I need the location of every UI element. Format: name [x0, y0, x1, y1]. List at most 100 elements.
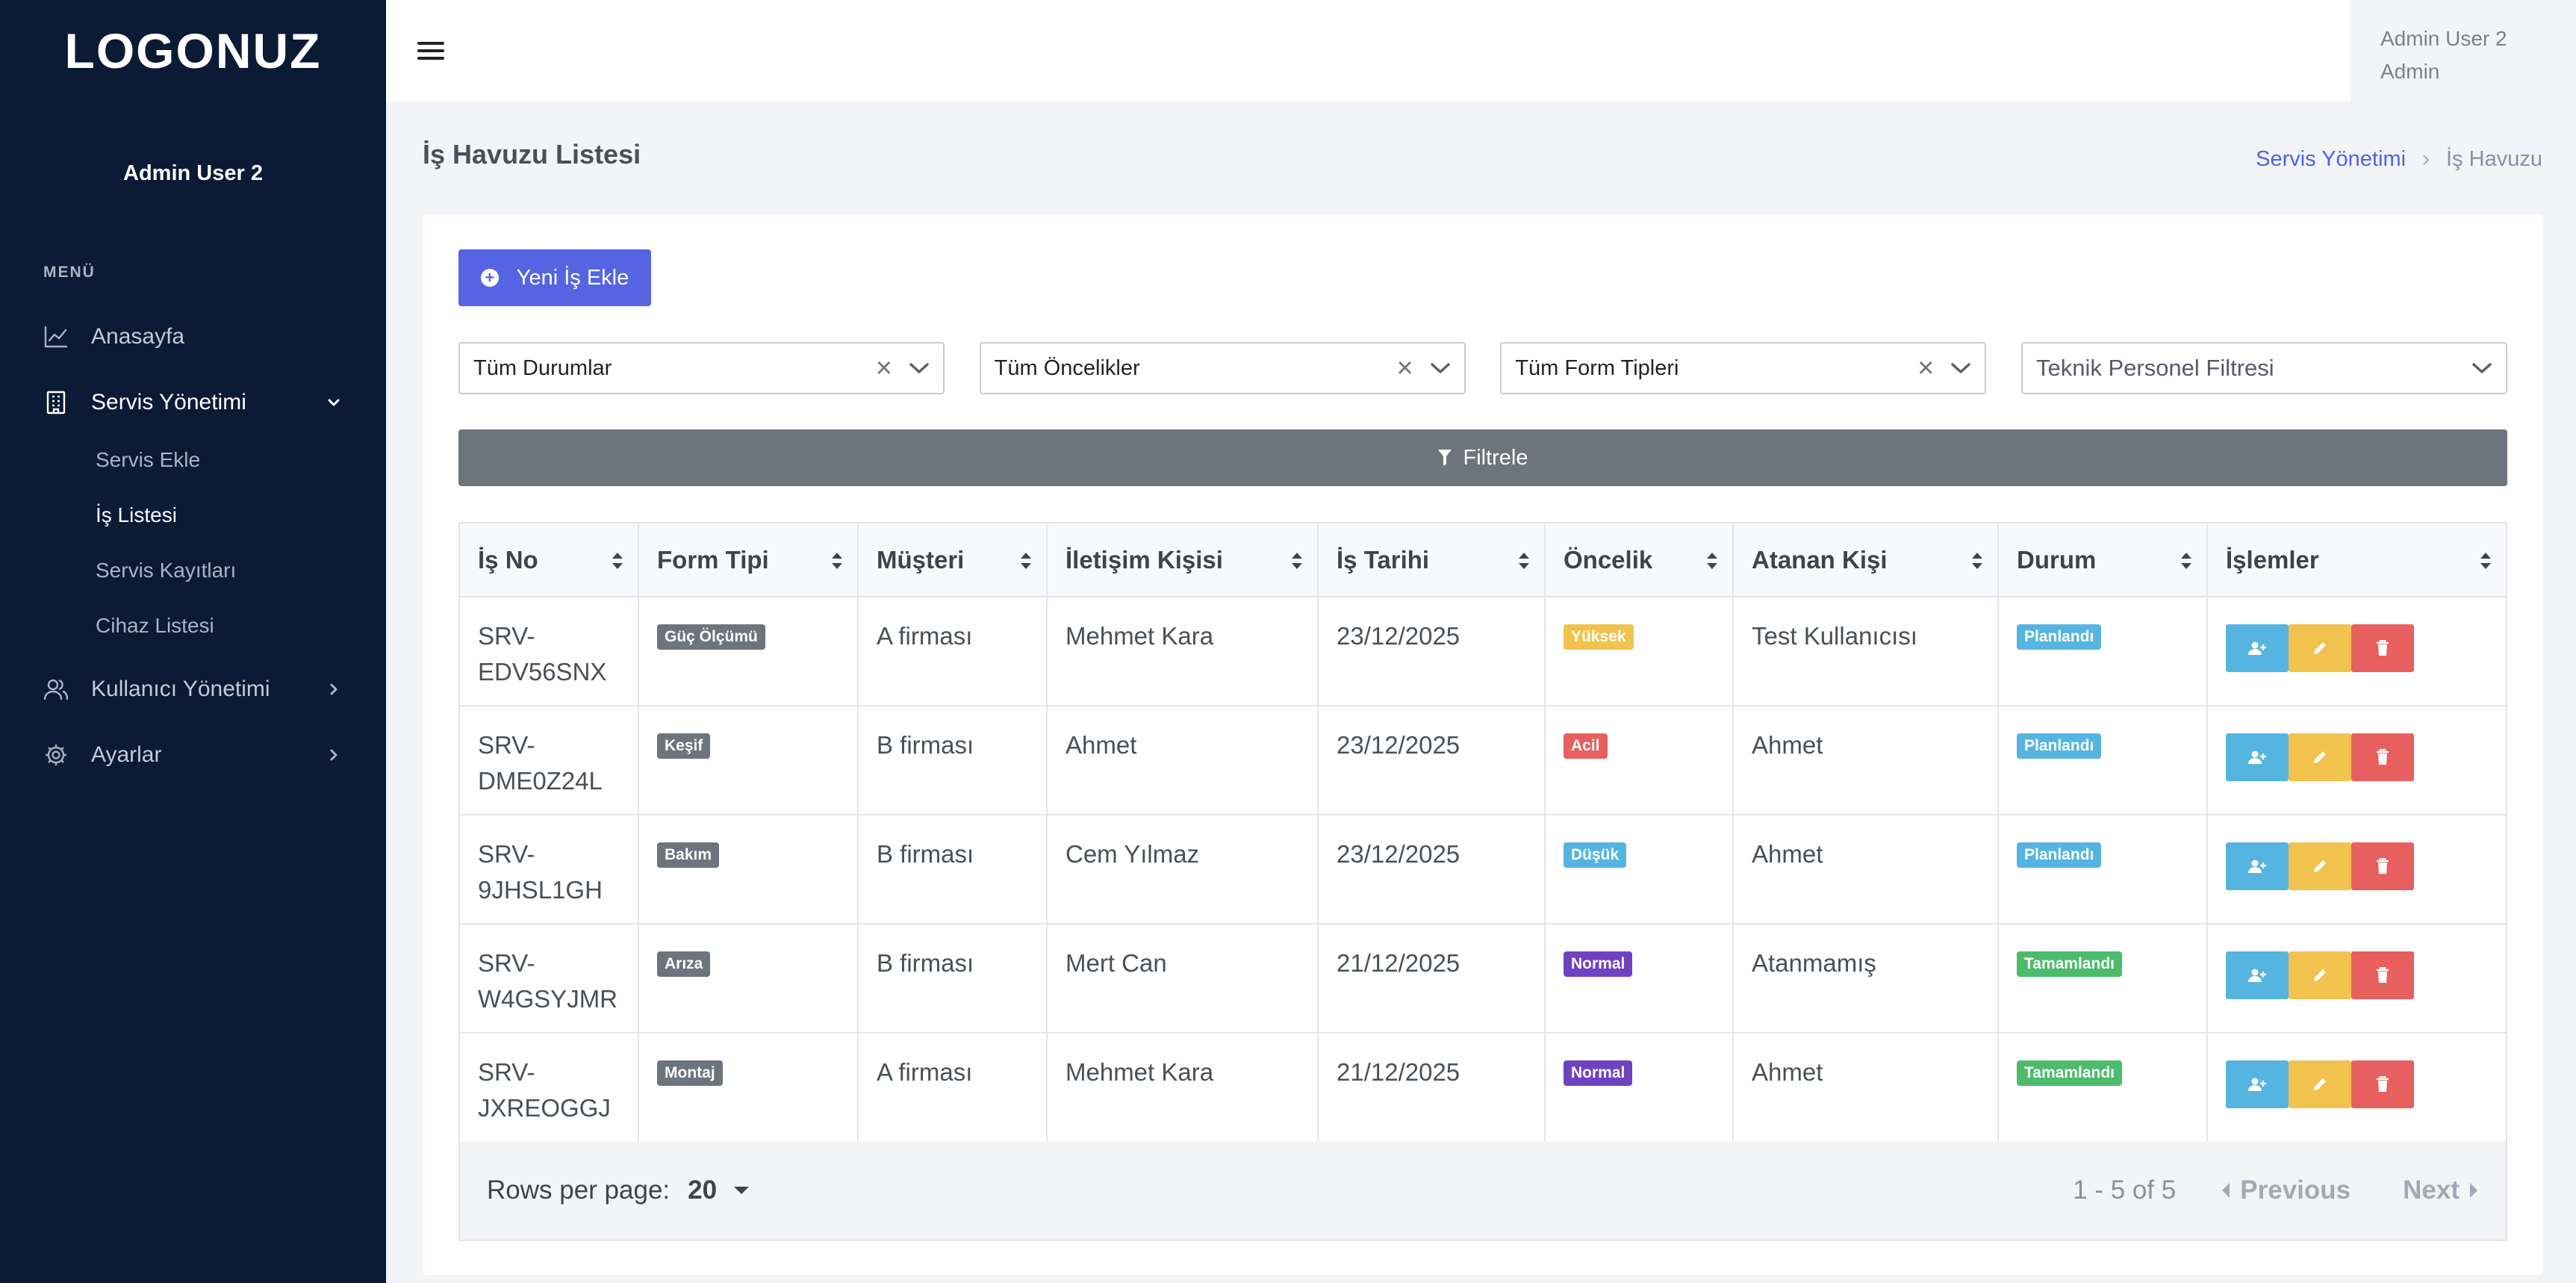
- submenu-item-cihaz-listesi[interactable]: Cihaz Listesi: [0, 598, 386, 653]
- delete-button[interactable]: [2351, 1060, 2414, 1108]
- column-header-musteri[interactable]: Müşteri: [858, 524, 1048, 597]
- assign-user-button[interactable]: [2226, 733, 2289, 781]
- column-header-label: İş No: [478, 545, 538, 574]
- hamburger-menu-icon[interactable]: [417, 39, 444, 63]
- priority-cell: Yüksek: [1545, 597, 1734, 706]
- actions-cell: [2207, 815, 2506, 925]
- sort-icon: [1292, 553, 1302, 569]
- priority-cell: Normal: [1545, 924, 1734, 1034]
- edit-button[interactable]: [2289, 624, 2351, 672]
- column-header-atanan-kisi[interactable]: Atanan Kişi: [1733, 524, 1999, 597]
- delete-button[interactable]: [2351, 842, 2414, 890]
- date-cell: 23/12/2025: [1318, 815, 1546, 925]
- sidebar-item-anasayfa[interactable]: Anasayfa: [0, 304, 386, 370]
- add-job-button[interactable]: + Yeni İş Ekle: [458, 249, 651, 306]
- form-type-cell: Bakım: [638, 815, 859, 925]
- row-actions: [2226, 1060, 2488, 1108]
- users-icon: [43, 677, 69, 702]
- chart-line-icon: [43, 324, 69, 350]
- sidebar-item-kullanici-yonetimi[interactable]: Kullanıcı Yönetimi: [0, 656, 386, 722]
- column-header-form-tipi[interactable]: Form Tipi: [638, 524, 859, 597]
- previous-page-button[interactable]: Previous: [2221, 1175, 2351, 1205]
- pencil-icon: [2314, 860, 2326, 872]
- edit-button[interactable]: [2289, 842, 2351, 890]
- plus-circle-icon: +: [480, 269, 499, 287]
- submenu-item-is-listesi[interactable]: İş Listesi: [0, 488, 386, 543]
- pencil-icon: [2314, 642, 2326, 654]
- job-number-cell: SRV-EDV56SNX: [460, 597, 639, 706]
- caret-left-icon: [2222, 1183, 2230, 1198]
- status-filter-select[interactable]: Tüm Durumlar ×: [458, 342, 945, 394]
- column-header-is-tarihi[interactable]: İş Tarihi: [1318, 524, 1546, 597]
- priority-cell: Normal: [1545, 1033, 1734, 1143]
- table-row: SRV-9JHSL1GH Bakım B firması Cem Yılmaz 23/1…: [460, 815, 2506, 925]
- sidebar-item-label: Kullanıcı Yönetimi: [91, 677, 270, 701]
- filter-button[interactable]: Filtrele: [458, 429, 2507, 486]
- submenu-servis-yonetimi: Servis Ekle İş Listesi Servis Kayıtları …: [0, 432, 386, 653]
- chevron-down-icon: [325, 394, 343, 411]
- pagination: Rows per page: 20 1 - 5 of 5 Previous Ne…: [460, 1141, 2506, 1240]
- table-row: SRV-W4GSYJMR Arıza B firması Mert Can 21/12/…: [460, 924, 2506, 1034]
- date-cell: 21/12/2025: [1318, 1033, 1546, 1143]
- sidebar-item-label: Ayarlar: [91, 742, 162, 767]
- form-type-filter-select[interactable]: Tüm Form Tipleri ×: [1500, 342, 1987, 394]
- clear-icon[interactable]: ×: [1396, 354, 1413, 382]
- chevron-down-icon: [1946, 357, 1976, 379]
- add-job-label: Yeni İş Ekle: [516, 265, 629, 290]
- status-cell: Planlandı: [1998, 815, 2208, 925]
- assignee-cell: Ahmet: [1733, 815, 1999, 925]
- delete-button[interactable]: [2351, 951, 2414, 999]
- date-cell: 23/12/2025: [1318, 597, 1546, 706]
- user-menu[interactable]: Admin User 2 Admin: [2351, 0, 2576, 102]
- column-header-durum[interactable]: Durum: [1998, 524, 2208, 597]
- technician-filter-select[interactable]: Teknik Personel Filtresi: [2020, 342, 2507, 394]
- form-type-badge: Keşif: [657, 733, 711, 759]
- assign-user-button[interactable]: [2226, 842, 2289, 890]
- breadcrumb: Servis Yönetimi › İş Havuzu: [2256, 146, 2542, 172]
- contact-cell: Ahmet: [1047, 706, 1319, 816]
- column-header-label: İletişim Kişisi: [1065, 545, 1223, 574]
- status-badge: Planlandı: [2017, 733, 2102, 759]
- edit-button[interactable]: [2289, 733, 2351, 781]
- clear-icon[interactable]: ×: [876, 354, 892, 382]
- next-page-button[interactable]: Next: [2403, 1175, 2479, 1205]
- column-header-label: İş Tarihi: [1337, 545, 1430, 574]
- chevron-right-icon: [325, 680, 343, 698]
- sidebar-item-label: Anasayfa: [91, 324, 185, 349]
- priority-filter-select[interactable]: Tüm Öncelikler ×: [979, 342, 1466, 394]
- submenu-item-servis-kayitlari[interactable]: Servis Kayıtları: [0, 543, 386, 598]
- logo[interactable]: LOGONUZ: [0, 0, 386, 102]
- clear-icon[interactable]: ×: [1917, 354, 1934, 382]
- date-cell: 23/12/2025: [1318, 706, 1546, 816]
- edit-button[interactable]: [2289, 951, 2351, 999]
- form-type-badge: Bakım: [657, 842, 720, 868]
- sidebar-item-servis-yonetimi[interactable]: Servis Yönetimi: [0, 370, 386, 435]
- chevron-down-icon: [1425, 357, 1455, 379]
- column-header-iletisim-kisisi[interactable]: İletişim Kişisi: [1047, 524, 1319, 597]
- actions-cell: [2207, 706, 2506, 816]
- column-header-islemler[interactable]: İşlemler: [2207, 524, 2506, 597]
- breadcrumb-link-servis-yonetimi[interactable]: Servis Yönetimi: [2256, 147, 2406, 172]
- gear-icon: [43, 742, 69, 768]
- sort-icon: [2480, 553, 2491, 569]
- column-header-label: Durum: [2017, 545, 2097, 574]
- column-header-oncelik[interactable]: Öncelik: [1545, 524, 1734, 597]
- trash-icon: [2377, 967, 2389, 983]
- column-header-is-no[interactable]: İş No: [460, 524, 639, 597]
- delete-button[interactable]: [2351, 733, 2414, 781]
- edit-button[interactable]: [2289, 1060, 2351, 1108]
- sidebar-item-ayarlar[interactable]: Ayarlar: [0, 722, 386, 788]
- assign-user-button[interactable]: [2226, 1060, 2289, 1108]
- submenu-item-servis-ekle[interactable]: Servis Ekle: [0, 432, 386, 488]
- delete-button[interactable]: [2351, 624, 2414, 672]
- date-cell: 21/12/2025: [1318, 924, 1546, 1034]
- assign-user-button[interactable]: [2226, 951, 2289, 999]
- page-title: İş Havuzu Listesi: [423, 139, 641, 170]
- rows-per-page-select[interactable]: 20: [688, 1175, 750, 1205]
- user-plus-icon: [2248, 1078, 2266, 1091]
- assign-user-button[interactable]: [2226, 624, 2289, 672]
- rows-per-page-value: 20: [688, 1175, 718, 1205]
- form-type-badge: Montaj: [657, 1060, 723, 1086]
- topbar-user-role: Admin: [2380, 60, 2440, 83]
- breadcrumb-separator-icon: ›: [2422, 146, 2430, 171]
